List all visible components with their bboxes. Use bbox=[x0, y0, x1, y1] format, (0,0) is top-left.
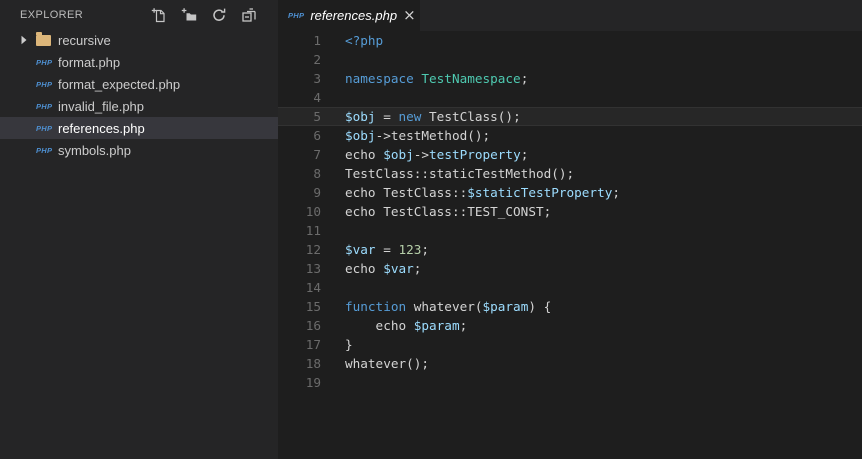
code-line-11[interactable]: 11 bbox=[278, 221, 862, 240]
explorer-header: EXPLORER bbox=[0, 0, 278, 29]
line-content bbox=[321, 221, 345, 240]
new-folder-icon bbox=[181, 7, 196, 20]
line-content: TestClass::staticTestMethod(); bbox=[345, 166, 575, 181]
file-label: recursive bbox=[58, 32, 111, 48]
new-file-icon bbox=[151, 7, 165, 22]
line-content: echo $obj->testProperty; bbox=[345, 147, 529, 162]
tab-references-php[interactable]: PHP references.php × bbox=[278, 0, 420, 31]
php-file-icon: PHP bbox=[36, 123, 53, 133]
refresh-icon bbox=[212, 8, 225, 21]
tab-bar: PHP references.php × bbox=[278, 0, 862, 31]
sidebar-item-invalid-file-php[interactable]: PHP invalid_file.php bbox=[0, 95, 278, 117]
line-number: 11 bbox=[305, 223, 321, 238]
line-number: 5 bbox=[313, 109, 321, 124]
code-editor[interactable]: 1 <?php 2 3 namespace TestNamespace; 4 5 $obj =… bbox=[278, 31, 862, 459]
code-line-10[interactable]: 10 echo TestClass::TEST_CONST; bbox=[278, 202, 862, 221]
tab-label: references.php bbox=[310, 8, 398, 23]
code-line-14[interactable]: 14 bbox=[278, 278, 862, 297]
sidebar-item-recursive[interactable]: recursive bbox=[0, 29, 278, 51]
code-line-1[interactable]: 1 <?php bbox=[278, 31, 862, 50]
line-content bbox=[321, 278, 345, 297]
line-content: echo $param; bbox=[345, 318, 468, 333]
php-file-icon: PHP bbox=[36, 79, 53, 89]
php-file-icon: PHP bbox=[36, 101, 53, 111]
code-line-17[interactable]: 17} bbox=[278, 335, 862, 354]
line-number: 4 bbox=[313, 90, 321, 105]
line-content bbox=[321, 50, 345, 69]
line-content: namespace TestNamespace; bbox=[345, 71, 529, 86]
code-line-9[interactable]: 9 echo TestClass::$staticTestProperty; bbox=[278, 183, 862, 202]
php-file-icon: PHP bbox=[36, 57, 53, 67]
line-number: 6 bbox=[313, 128, 321, 143]
code-line-5[interactable]: 5 $obj = new TestClass(); bbox=[278, 107, 862, 126]
sidebar-item-symbols-php[interactable]: PHP symbols.php bbox=[0, 139, 278, 161]
line-content bbox=[321, 88, 345, 107]
code-line-6[interactable]: 6 $obj->testMethod(); bbox=[278, 126, 862, 145]
explorer-title: EXPLORER bbox=[20, 8, 84, 21]
line-number: 9 bbox=[313, 185, 321, 200]
new-folder-button[interactable] bbox=[180, 6, 197, 23]
collapse-all-icon bbox=[241, 7, 256, 22]
line-content: $obj = new TestClass(); bbox=[345, 109, 521, 124]
code-line-4[interactable]: 4 bbox=[278, 88, 862, 107]
line-number: 1 bbox=[313, 33, 321, 48]
line-content bbox=[321, 373, 345, 392]
new-file-button[interactable] bbox=[150, 6, 167, 23]
code-line-15[interactable]: 15 function whatever($param) { bbox=[278, 297, 862, 316]
code-line-7[interactable]: 7 echo $obj->testProperty; bbox=[278, 145, 862, 164]
chevron-right-icon bbox=[20, 35, 36, 45]
line-content: echo $var; bbox=[345, 261, 422, 276]
tab-close-icon[interactable]: × bbox=[403, 7, 416, 24]
explorer-actions bbox=[150, 6, 257, 23]
line-number: 18 bbox=[305, 356, 321, 371]
code-line-18[interactable]: 18 whatever(); bbox=[278, 354, 862, 373]
code-line-8[interactable]: 8 TestClass::staticTestMethod(); bbox=[278, 164, 862, 183]
file-label: references.php bbox=[58, 120, 145, 136]
sidebar-item-references-php[interactable]: PHP references.php bbox=[0, 117, 278, 139]
code-line-12[interactable]: 12 $var = 123; bbox=[278, 240, 862, 259]
line-content: function whatever($param) { bbox=[345, 299, 552, 314]
line-content: $obj->testMethod(); bbox=[345, 128, 491, 143]
sidebar-item-format-php[interactable]: PHP format.php bbox=[0, 51, 278, 73]
php-file-icon: PHP bbox=[288, 11, 305, 20]
line-content: } bbox=[345, 337, 353, 352]
code-line-19[interactable]: 19 bbox=[278, 373, 862, 392]
sidebar-item-format-expected-php[interactable]: PHP format_expected.php bbox=[0, 73, 278, 95]
line-number: 10 bbox=[305, 204, 321, 219]
code-line-3[interactable]: 3 namespace TestNamespace; bbox=[278, 69, 862, 88]
editor-group: PHP references.php × 1 <?php 2 3 namespace T… bbox=[278, 0, 862, 459]
file-tree: recursive PHP format.php PHP format_expected… bbox=[0, 29, 278, 161]
line-number: 19 bbox=[305, 375, 321, 390]
line-number: 7 bbox=[313, 147, 321, 162]
file-label: symbols.php bbox=[58, 142, 131, 158]
line-number: 16 bbox=[305, 318, 321, 333]
file-label: format_expected.php bbox=[58, 76, 181, 92]
line-number: 13 bbox=[305, 261, 321, 276]
code-line-13[interactable]: 13 echo $var; bbox=[278, 259, 862, 278]
line-number: 17 bbox=[305, 337, 321, 352]
folder-icon bbox=[36, 31, 58, 46]
php-file-icon: PHP bbox=[36, 145, 53, 155]
code-line-2[interactable]: 2 bbox=[278, 50, 862, 69]
line-content: echo TestClass::TEST_CONST; bbox=[345, 204, 552, 219]
line-number: 8 bbox=[313, 166, 321, 181]
line-number: 2 bbox=[313, 52, 321, 67]
line-number: 12 bbox=[305, 242, 321, 257]
explorer-sidebar: EXPLORER recursive PHP format.php PHP fo… bbox=[0, 0, 278, 459]
collapse-folders-button[interactable] bbox=[240, 6, 257, 23]
line-content: echo TestClass::$staticTestProperty; bbox=[345, 185, 620, 200]
line-number: 15 bbox=[305, 299, 321, 314]
file-label: format.php bbox=[58, 54, 121, 70]
refresh-explorer-button[interactable] bbox=[210, 6, 227, 23]
code-line-16[interactable]: 16 echo $param; bbox=[278, 316, 862, 335]
line-content: whatever(); bbox=[345, 356, 430, 371]
vscode-window: EXPLORER recursive PHP format.php PHP fo… bbox=[0, 0, 862, 459]
line-content: $var = 123; bbox=[345, 242, 430, 257]
line-number: 3 bbox=[313, 71, 321, 86]
line-content: <?php bbox=[345, 33, 384, 48]
file-label: invalid_file.php bbox=[58, 98, 145, 114]
line-number: 14 bbox=[305, 280, 321, 295]
